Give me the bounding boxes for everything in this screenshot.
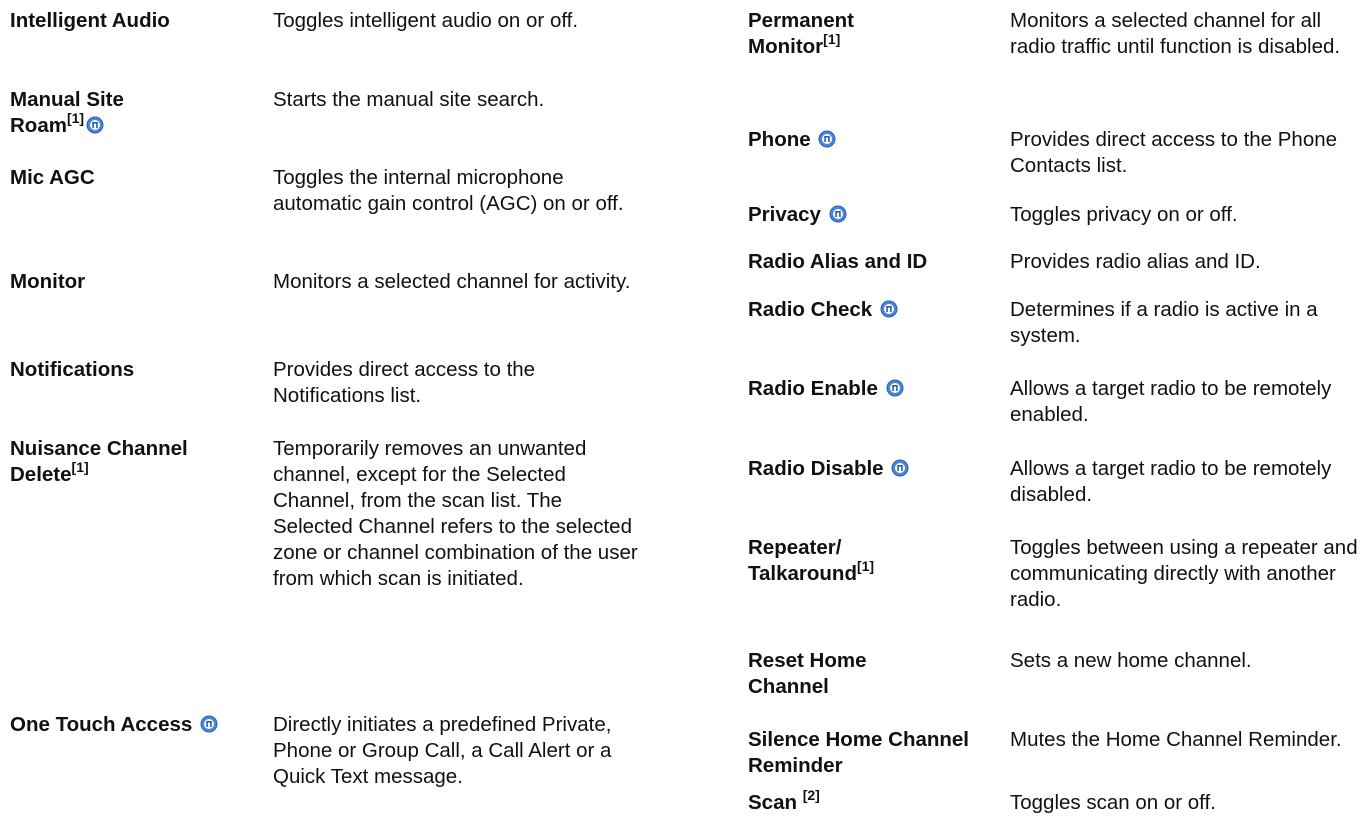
footnote-ref: [1] bbox=[71, 459, 89, 476]
feature-term: Nuisance Channel Delete[1] bbox=[10, 437, 188, 486]
blue-radio-icon bbox=[886, 379, 904, 397]
feature-description: Starts the manual site search. bbox=[273, 88, 545, 111]
feature-term: Radio Disable bbox=[748, 456, 993, 482]
feature-term: One Touch Access bbox=[10, 712, 250, 738]
blue-radio-icon bbox=[86, 116, 104, 134]
feature-term: Mic AGC bbox=[10, 166, 95, 189]
footnote-ref: [1] bbox=[66, 110, 85, 127]
feature-description: Monitors a selected channel for all radi… bbox=[1010, 9, 1341, 58]
feature-description: Allows a target radio to be remotely ena… bbox=[1010, 377, 1332, 426]
blue-radio-icon bbox=[891, 459, 909, 477]
feature-term: Radio Check bbox=[748, 297, 993, 323]
footnote-ref: [1] bbox=[823, 31, 841, 48]
feature-description: Toggles scan on or off. bbox=[1010, 791, 1216, 814]
feature-description: Monitors a selected channel for activity… bbox=[273, 270, 631, 293]
feature-description: Provides direct access to the Phone Cont… bbox=[1010, 128, 1338, 177]
blue-radio-icon bbox=[829, 205, 847, 223]
feature-term: Intelligent Audio bbox=[10, 9, 170, 32]
feature-description: Toggles intelligent audio on or off. bbox=[273, 9, 579, 32]
footnote-ref: [1] bbox=[856, 558, 875, 575]
feature-term: Privacy bbox=[748, 202, 993, 228]
feature-term: Notifications bbox=[10, 358, 135, 381]
feature-term: Reset Home Channel bbox=[748, 649, 867, 698]
feature-term: Radio Alias and ID bbox=[748, 250, 928, 273]
feature-description: Toggles the internal microphone automati… bbox=[273, 166, 624, 215]
feature-term: Silence Home Channel Reminder bbox=[748, 728, 970, 777]
feature-term: Monitor bbox=[10, 270, 86, 293]
feature-term: Phone bbox=[748, 127, 993, 153]
blue-radio-icon bbox=[880, 300, 898, 318]
feature-term: Scan [2] bbox=[748, 787, 820, 814]
feature-description: Provides radio alias and ID. bbox=[1010, 250, 1261, 273]
feature-description: Toggles privacy on or off. bbox=[1010, 203, 1238, 226]
blue-radio-icon bbox=[200, 715, 218, 733]
feature-description: Allows a target radio to be remotely dis… bbox=[1010, 457, 1332, 506]
feature-term: Permanent Monitor[1] bbox=[748, 9, 854, 58]
feature-description: Directly initiates a predefined Private,… bbox=[273, 713, 612, 788]
feature-description: Determines if a radio is active in a sys… bbox=[1010, 298, 1318, 347]
feature-description: Sets a new home channel. bbox=[1010, 649, 1252, 672]
feature-description: Toggles between using a repeater and com… bbox=[1010, 536, 1358, 611]
blue-radio-icon bbox=[818, 130, 836, 148]
feature-description: Temporarily removes an unwanted channel,… bbox=[273, 437, 638, 590]
feature-term: Manual Site Roam[1] bbox=[10, 88, 124, 137]
footnote-ref: [2] bbox=[802, 787, 820, 804]
feature-term: Radio Enable bbox=[748, 376, 993, 402]
feature-description: Mutes the Home Channel Reminder. bbox=[1010, 728, 1342, 751]
feature-description: Provides direct access to the Notificati… bbox=[273, 358, 536, 407]
feature-term: Repeater/ Talkaround[1] bbox=[748, 536, 875, 585]
